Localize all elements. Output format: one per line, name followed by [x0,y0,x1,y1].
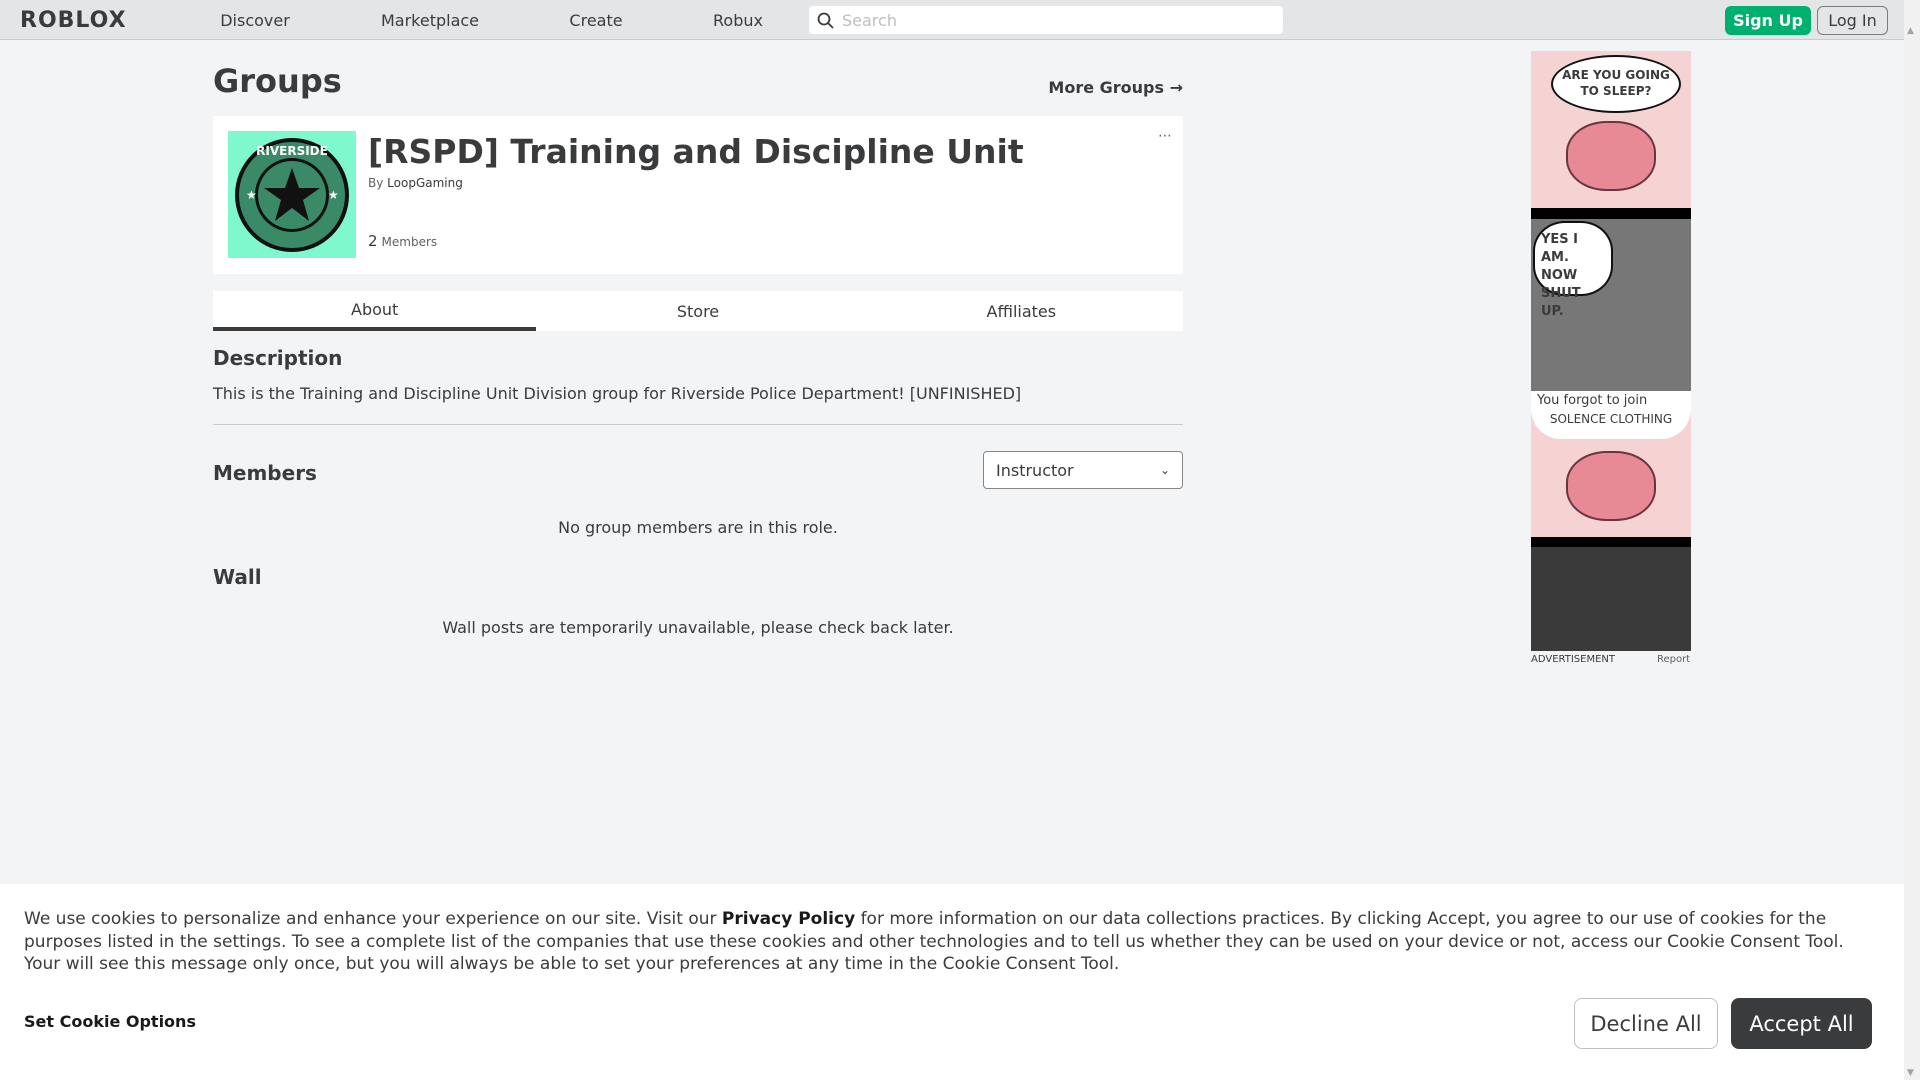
ad-panel-3-brand: SOLENCE CLOTHING [1549,412,1673,426]
group-tabs: About Store Affiliates [213,291,1183,331]
ad-report-link[interactable]: Report [1657,654,1690,665]
ad-panel-2-text: YES I AM. NOW SHUT UP. [1533,221,1613,319]
owner-link[interactable]: LoopGaming [387,176,463,190]
divider [213,424,1183,425]
group-emblem: RIVERSIDE ★ ★ [228,131,356,258]
svg-text:★: ★ [328,188,339,202]
accept-all-button[interactable]: Accept All [1731,998,1872,1049]
svg-text:RIVERSIDE: RIVERSIDE [256,144,328,158]
set-cookie-options-link[interactable]: Set Cookie Options [24,1012,196,1031]
search-box[interactable] [809,6,1283,34]
tab-about[interactable]: About [213,291,537,331]
page-title: Groups [213,62,342,100]
member-count-value: 2 [368,232,378,250]
role-selected: Instructor [996,460,1074,480]
ad-panel-1-text: ARE YOU GOING TO SLEEP? [1551,55,1681,113]
wall-unavailable-text: Wall posts are temporarily unavailable, … [442,618,954,637]
roblox-logo[interactable]: ROBLOX [20,8,127,33]
chevron-down-icon: ⌄ [1159,463,1170,477]
group-name: [RSPD] Training and Discipline Unit [368,132,1024,171]
no-members-text: No group members are in this role. [558,518,838,537]
group-header-card: RIVERSIDE ★ ★ [RSPD] Training and Discipl… [213,116,1183,274]
cookie-text-part: We use cookies to personalize and enhanc… [24,909,722,929]
nav-robux[interactable]: Robux [713,11,763,30]
role-dropdown[interactable]: Instructor ⌄ [983,451,1183,489]
nav-discover[interactable]: Discover [220,11,290,30]
member-count: 2 Members [368,232,437,250]
top-nav: ROBLOX Discover Marketplace Create Robux… [0,0,1904,40]
wall-heading: Wall [213,565,262,589]
group-owner: By LoopGaming [368,176,463,190]
description-text: This is the Training and Discipline Unit… [213,384,1022,403]
brain-illustration [1566,121,1656,191]
cookie-banner: We use cookies to personalize and enhanc… [0,884,1904,1080]
svg-text:★: ★ [246,188,257,202]
brain-illustration [1566,451,1656,521]
by-label: By [368,176,384,190]
scrollbar[interactable]: ▲ ▼ [1904,0,1920,1080]
ad-label: ADVERTISEMENT [1531,654,1616,665]
description-heading: Description [213,346,343,370]
tab-store[interactable]: Store [536,291,859,331]
group-emblem-image: RIVERSIDE ★ ★ [235,137,349,252]
ad-panel-3-text: You forgot to join [1537,393,1648,408]
ad-panel-4 [1531,547,1691,651]
advertisement[interactable]: ARE YOU GOING TO SLEEP? YES I AM. NOW SH… [1531,51,1691,651]
search-input[interactable] [842,10,1262,30]
search-icon [817,12,834,29]
decline-all-button[interactable]: Decline All [1574,998,1718,1049]
ad-panel-3: You forgot to join SOLENCE CLOTHING [1531,391,1691,537]
nav-create[interactable]: Create [569,11,622,30]
members-heading: Members [213,461,317,485]
members-label: Members [381,235,438,249]
log-in-button[interactable]: Log In [1817,6,1888,35]
nav-marketplace[interactable]: Marketplace [381,11,479,30]
ad-panel-2: YES I AM. NOW SHUT UP. [1531,219,1691,391]
more-options-icon[interactable]: ⋯ [1158,128,1172,144]
tab-affiliates[interactable]: Affiliates [860,291,1183,331]
ad-panel-1: ARE YOU GOING TO SLEEP? [1531,51,1691,208]
privacy-policy-link[interactable]: Privacy Policy [722,909,855,929]
cookie-text: We use cookies to personalize and enhanc… [24,908,1884,976]
sign-up-button[interactable]: Sign Up [1725,6,1811,35]
more-groups-link[interactable]: More Groups → [1048,78,1183,97]
